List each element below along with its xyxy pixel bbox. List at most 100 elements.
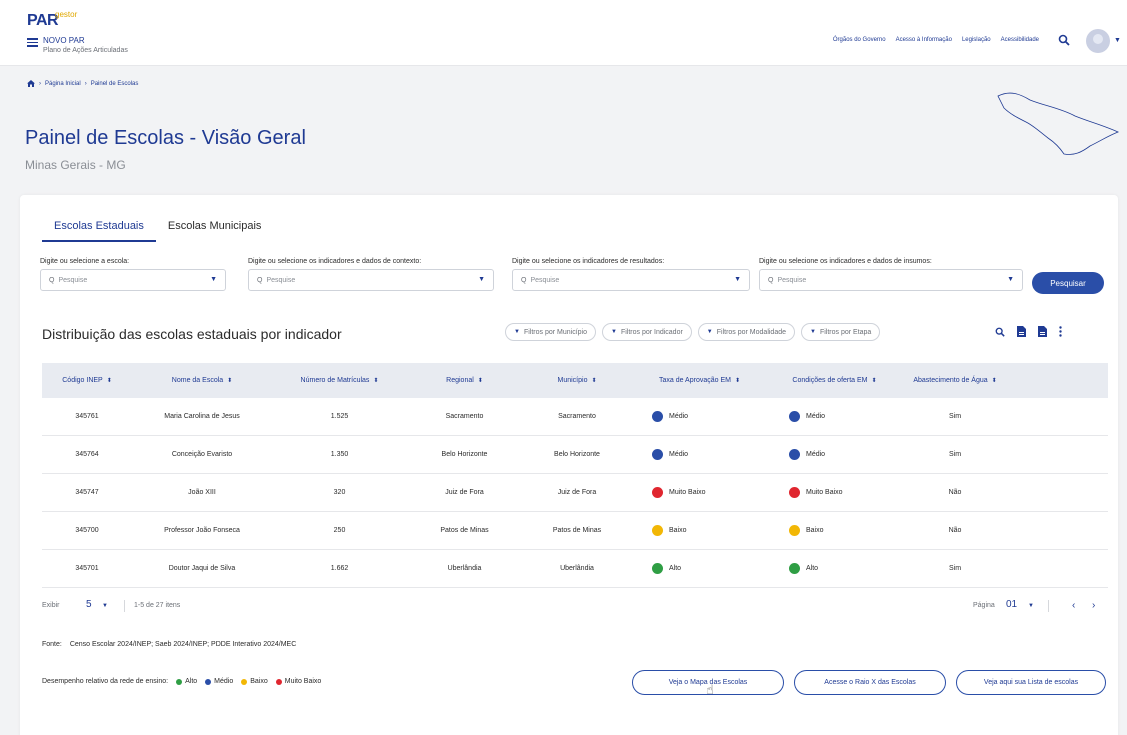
action-buttons: Veja o Mapa das Escolas Acesse o Raio X … xyxy=(632,670,1106,695)
filter-escola: Digite ou selecione a escola: Q Pesquise… xyxy=(40,258,226,291)
content-card: Escolas Estaduais Escolas Municipais Dig… xyxy=(20,195,1118,735)
table-row[interactable]: 345747 João XIII 320 Juiz de Fora Juiz de Fo… xyxy=(42,474,1108,512)
chip-filtros-indicador[interactable]: ▼ Filtros por Indicador xyxy=(601,323,692,341)
table-row[interactable]: 345764 Conceição Evaristo 1.350 Belo Horizo… xyxy=(42,436,1108,474)
top-bar: PAR gestor NOVO PAR Plano de Ações Artic… xyxy=(0,0,1127,66)
chevron-down-icon[interactable]: ▼ xyxy=(102,603,108,609)
chevron-down-icon: ▼ xyxy=(1007,276,1014,283)
user-avatar[interactable] xyxy=(1086,29,1110,53)
chevron-down-icon[interactable]: ▼ xyxy=(1114,37,1121,44)
divider xyxy=(124,600,125,612)
cell-abastecimento-agua: Sim xyxy=(948,451,962,458)
pagination: Exibir 5 ▼ 1-5 de 27 itens Página 01 ▼ ‹… xyxy=(42,599,1108,616)
filter-insumos-select[interactable]: Q Pesquise ▼ xyxy=(759,269,1023,291)
column-label: Taxa de Aprovação EM xyxy=(658,377,731,384)
table-row[interactable]: 345761 Maria Carolina de Jesus 1.525 Sacram… xyxy=(42,398,1108,436)
column-header-codigo[interactable]: Código INEP ⬍ xyxy=(42,377,132,384)
export-excel-icon[interactable] xyxy=(1038,326,1047,337)
link-orgaos-governo[interactable]: Órgãos do Governo xyxy=(833,37,886,43)
link-legislacao[interactable]: Legislação xyxy=(962,37,991,43)
cell-taxa-aprovacao: Médio xyxy=(632,449,767,460)
chevron-right-icon[interactable]: › xyxy=(1092,600,1095,611)
column-header-abastecimento-agua[interactable]: Abastecimento de Água ⬍ xyxy=(902,377,1008,384)
cell-codigo: 345761 xyxy=(75,413,99,420)
column-label: Regional xyxy=(446,377,474,384)
status-dot xyxy=(652,563,663,574)
link-acessibilidade[interactable]: Acessibilidade xyxy=(1001,37,1039,43)
sort-icon: ⬍ xyxy=(477,378,483,384)
search-button[interactable]: Pesquisar xyxy=(1032,272,1104,294)
column-header-taxa-aprovacao[interactable]: Taxa de Aprovação EM ⬍ xyxy=(632,377,767,384)
filter-chips: ▼ Filtros por Município ▼ Filtros por Indi… xyxy=(505,323,881,341)
top-links: Órgãos do Governo Acesso à Informação Le… xyxy=(833,37,1039,43)
chevron-down-icon[interactable]: ▼ xyxy=(1028,603,1034,609)
cell-municipio: Juiz de Fora xyxy=(557,489,597,496)
cell-codigo: 345700 xyxy=(75,527,99,534)
filter-escola-select[interactable]: Q Pesquise ▼ xyxy=(40,269,226,291)
link-acesso-informacao[interactable]: Acesso à Informação xyxy=(896,37,952,43)
status-dot xyxy=(176,678,183,685)
xray-schools-button[interactable]: Acesse o Raio X das Escolas xyxy=(794,670,946,695)
status-label: Médio xyxy=(806,451,826,458)
home-icon[interactable] xyxy=(27,80,35,87)
hamburger-menu-icon[interactable] xyxy=(27,38,38,47)
column-label: Número de Matrículas xyxy=(300,377,370,384)
legend-item-baixo: Baixo xyxy=(241,678,268,685)
legend-item-label: Médio xyxy=(214,678,234,685)
page-select[interactable]: 01 xyxy=(1006,599,1017,610)
filter-contexto-select[interactable]: Q Pesquise ▼ xyxy=(248,269,494,291)
status-label: Baixo xyxy=(669,527,687,534)
breadcrumb-separator: › xyxy=(84,80,87,87)
cell-codigo: 345701 xyxy=(75,565,99,572)
breadcrumb-home[interactable]: Página Inicial xyxy=(45,81,81,87)
column-header-municipio[interactable]: Município ⬍ xyxy=(522,377,632,384)
tab-escolas-estaduais[interactable]: Escolas Estaduais xyxy=(42,217,156,242)
logo-tag: gestor xyxy=(55,10,78,19)
column-header-regional[interactable]: Regional ⬍ xyxy=(407,377,522,384)
search-icon[interactable] xyxy=(995,327,1005,337)
items-count: 1-5 de 27 itens xyxy=(134,602,181,609)
sort-icon: ⬍ xyxy=(871,378,877,384)
status-dot xyxy=(789,525,800,536)
status-label: Alto xyxy=(806,565,819,572)
column-label: Abastecimento de Água xyxy=(913,377,988,384)
cell-taxa-aprovacao: Alto xyxy=(632,563,767,574)
search-icon: Q xyxy=(257,276,263,284)
table-row[interactable]: 345701 Doutor Jaqui de Silva 1.662 Uberlând… xyxy=(42,550,1108,588)
cell-regional: Juiz de Fora xyxy=(445,489,484,496)
table-body: 345761 Maria Carolina de Jesus 1.525 Sacram… xyxy=(42,398,1108,588)
search-icon[interactable] xyxy=(1058,34,1070,46)
legend-item-alto: Alto xyxy=(176,678,197,685)
cell-matriculas: 320 xyxy=(333,489,346,496)
logo-text: PAR xyxy=(27,12,59,29)
chevron-left-icon[interactable]: ‹ xyxy=(1072,600,1075,611)
column-header-nome[interactable]: Nome da Escola ⬍ xyxy=(132,377,272,384)
filter-resultados: Digite ou selecione os indicadores de re… xyxy=(512,258,750,291)
per-page-label: Exibir xyxy=(42,602,60,609)
school-list-button[interactable]: Veja aqui sua Lista de escolas xyxy=(956,670,1106,695)
sort-icon: ⬍ xyxy=(991,378,997,384)
chip-filtros-municipio[interactable]: ▼ Filtros por Município xyxy=(505,323,596,341)
chip-filtros-modalidade[interactable]: ▼ Filtros por Modalidade xyxy=(697,323,796,341)
par-logo[interactable]: PAR gestor xyxy=(27,10,77,30)
chip-filtros-etapa[interactable]: ▼ Filtros por Etapa xyxy=(801,323,881,341)
per-page-select[interactable]: 5 xyxy=(86,599,92,610)
cell-nome: Professor João Fonseca xyxy=(164,527,240,534)
table-row[interactable]: 345700 Professor João Fonseca 250 Patos de … xyxy=(42,512,1108,550)
legend-item-label: Muito Baixo xyxy=(284,678,322,685)
column-label: Nome da Escola xyxy=(171,377,224,384)
filter-insumos-placeholder: Pesquise xyxy=(777,276,807,284)
filter-contexto: Digite ou selecione os indicadores e dad… xyxy=(248,258,494,291)
cell-condicoes-oferta: Médio xyxy=(767,411,902,422)
export-pdf-icon[interactable] xyxy=(1017,326,1026,337)
column-header-matriculas[interactable]: Número de Matrículas ⬍ xyxy=(272,377,407,384)
filter-escola-label: Digite ou selecione a escola: xyxy=(40,258,130,265)
column-header-condicoes-oferta[interactable]: Condições de oferta EM ⬍ xyxy=(767,377,902,384)
cell-abastecimento-agua: Sim xyxy=(948,413,962,420)
more-options-icon[interactable] xyxy=(1059,326,1062,337)
filter-resultados-select[interactable]: Q Pesquise ▼ xyxy=(512,269,750,291)
chevron-down-icon: ▼ xyxy=(810,329,816,335)
sort-icon: ⬍ xyxy=(591,378,597,384)
cell-matriculas: 1.350 xyxy=(330,451,349,458)
tab-escolas-municipais[interactable]: Escolas Municipais xyxy=(156,217,274,242)
